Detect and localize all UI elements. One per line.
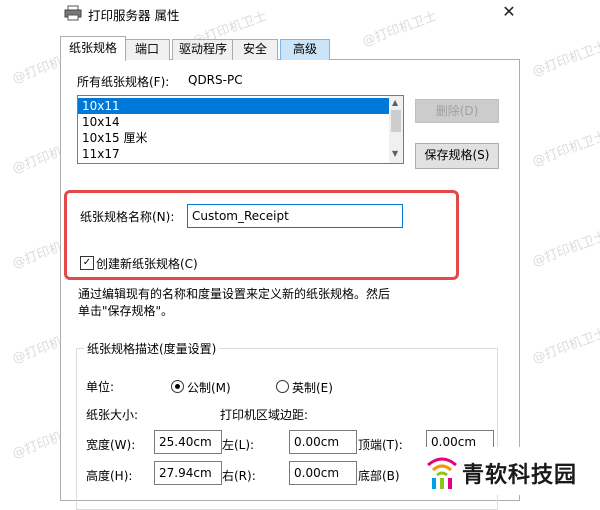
width-input[interactable]: 25.40cm [154, 430, 222, 454]
description-text: 通过编辑现有的名称和度量设置来定义新的纸张规格。然后单击"保存规格"。 [78, 287, 391, 318]
tab-drivers[interactable]: 驱动程序 [172, 39, 234, 60]
watermark: @打印机卫士 [530, 325, 600, 367]
height-input[interactable]: 27.94cm [154, 461, 222, 485]
english-label[interactable]: 英制(E) [292, 379, 333, 396]
list-item[interactable]: 11x17 [78, 146, 391, 162]
all-forms-label: 所有纸张规格(F): [77, 75, 170, 89]
right-margin-input[interactable]: 0.00cm [289, 461, 357, 485]
create-new-label[interactable]: 创建新纸张规格(C) [96, 255, 198, 272]
metric-radio[interactable] [171, 380, 184, 393]
right-margin-label: 右(R): [222, 469, 256, 483]
measurements-group-title: 纸张规格描述(度量设置) [84, 340, 220, 357]
form-name-input[interactable]: Custom_Receipt [187, 204, 403, 228]
site-logo: 青软科技园 [420, 447, 600, 495]
bottom-margin-label: 底部(B) [358, 469, 400, 483]
list-item[interactable]: 10x15 厘米 [78, 130, 391, 146]
scroll-thumb[interactable] [391, 110, 401, 132]
logo-text: 青软科技园 [462, 463, 578, 488]
list-item[interactable]: 10x14 [78, 114, 391, 130]
window-title: 打印服务器 属性 [88, 8, 180, 23]
watermark: @打印机卫士 [530, 38, 600, 80]
list-item[interactable]: 10x11 [78, 98, 391, 114]
printer-icon [64, 5, 82, 21]
forms-listbox[interactable]: 10x11 10x14 10x15 厘米 11x17 ▲ ▼ [77, 95, 404, 164]
left-margin-label: 左(L): [222, 438, 255, 452]
watermark: @打印机卫士 [530, 228, 600, 270]
scroll-down-icon[interactable]: ▼ [392, 149, 398, 158]
metric-label[interactable]: 公制(M) [187, 379, 231, 396]
left-margin-input[interactable]: 0.00cm [289, 430, 357, 454]
form-name-label: 纸张规格名称(N): [80, 210, 175, 224]
tab-forms[interactable]: 纸张规格 [60, 36, 126, 61]
close-icon[interactable]: ✕ [494, 0, 524, 26]
unit-label: 单位: [86, 380, 115, 394]
create-new-checkbox[interactable]: ✓ [80, 256, 94, 270]
height-label: 高度(H): [86, 469, 133, 483]
save-form-button[interactable]: 保存规格(S) [415, 143, 499, 169]
width-label: 宽度(W): [86, 438, 136, 452]
tab-ports[interactable]: 端口 [124, 39, 170, 60]
tab-security[interactable]: 安全 [232, 39, 278, 60]
english-radio[interactable] [276, 380, 289, 393]
paper-size-label: 纸张大小: [86, 408, 139, 422]
list-scrollbar[interactable]: ▲ ▼ [389, 96, 403, 163]
delete-button[interactable]: 删除(D) [415, 99, 499, 123]
wifi-signal-logo-icon [427, 457, 457, 489]
server-name: QDRS-PC [188, 73, 243, 87]
margins-label: 打印机区域边距: [220, 408, 309, 422]
tab-advanced[interactable]: 高级 [280, 39, 330, 60]
watermark: @打印机卫士 [530, 128, 600, 170]
scroll-up-icon[interactable]: ▲ [392, 98, 398, 107]
top-margin-label: 顶端(T): [358, 438, 403, 452]
